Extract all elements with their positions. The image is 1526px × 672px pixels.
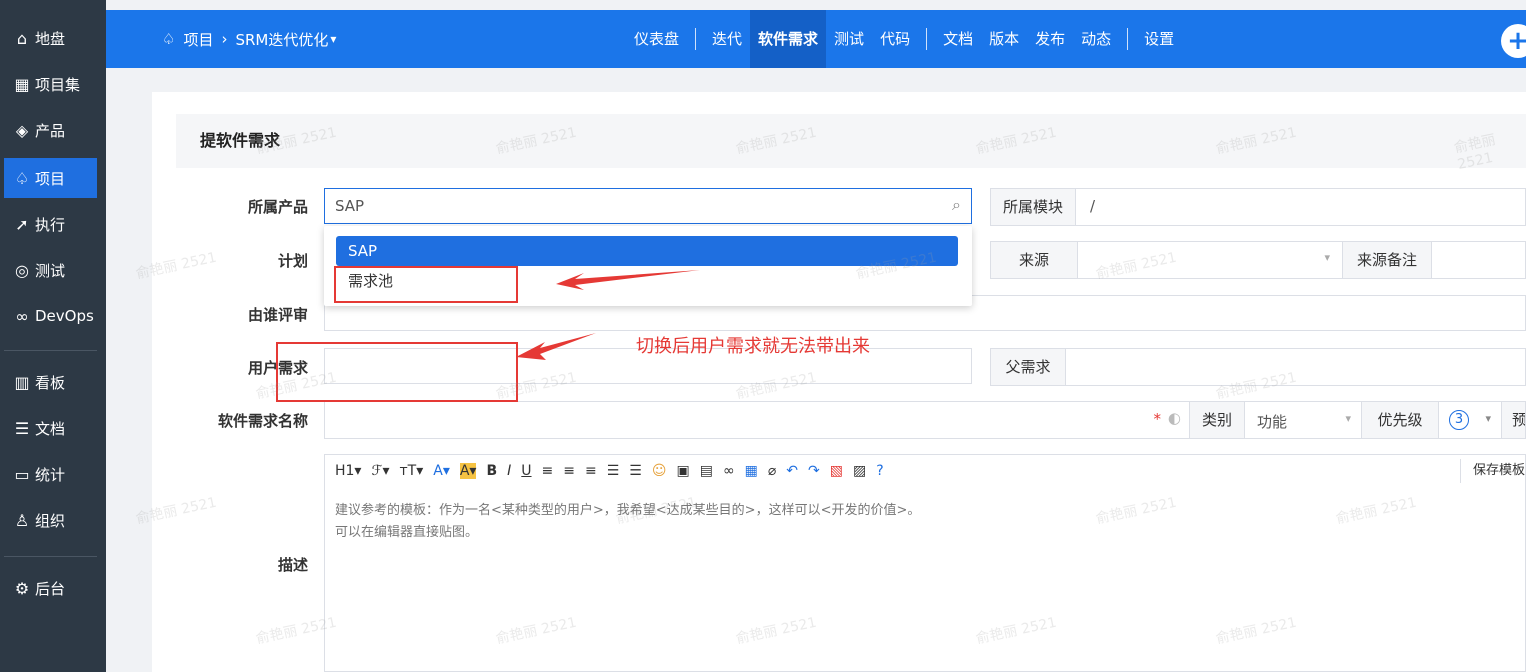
arrow-to-pool	[556, 270, 700, 290]
arrow-to-user-req	[516, 333, 596, 360]
annotation-text: 切换后用户需求就无法带出来	[636, 336, 870, 357]
